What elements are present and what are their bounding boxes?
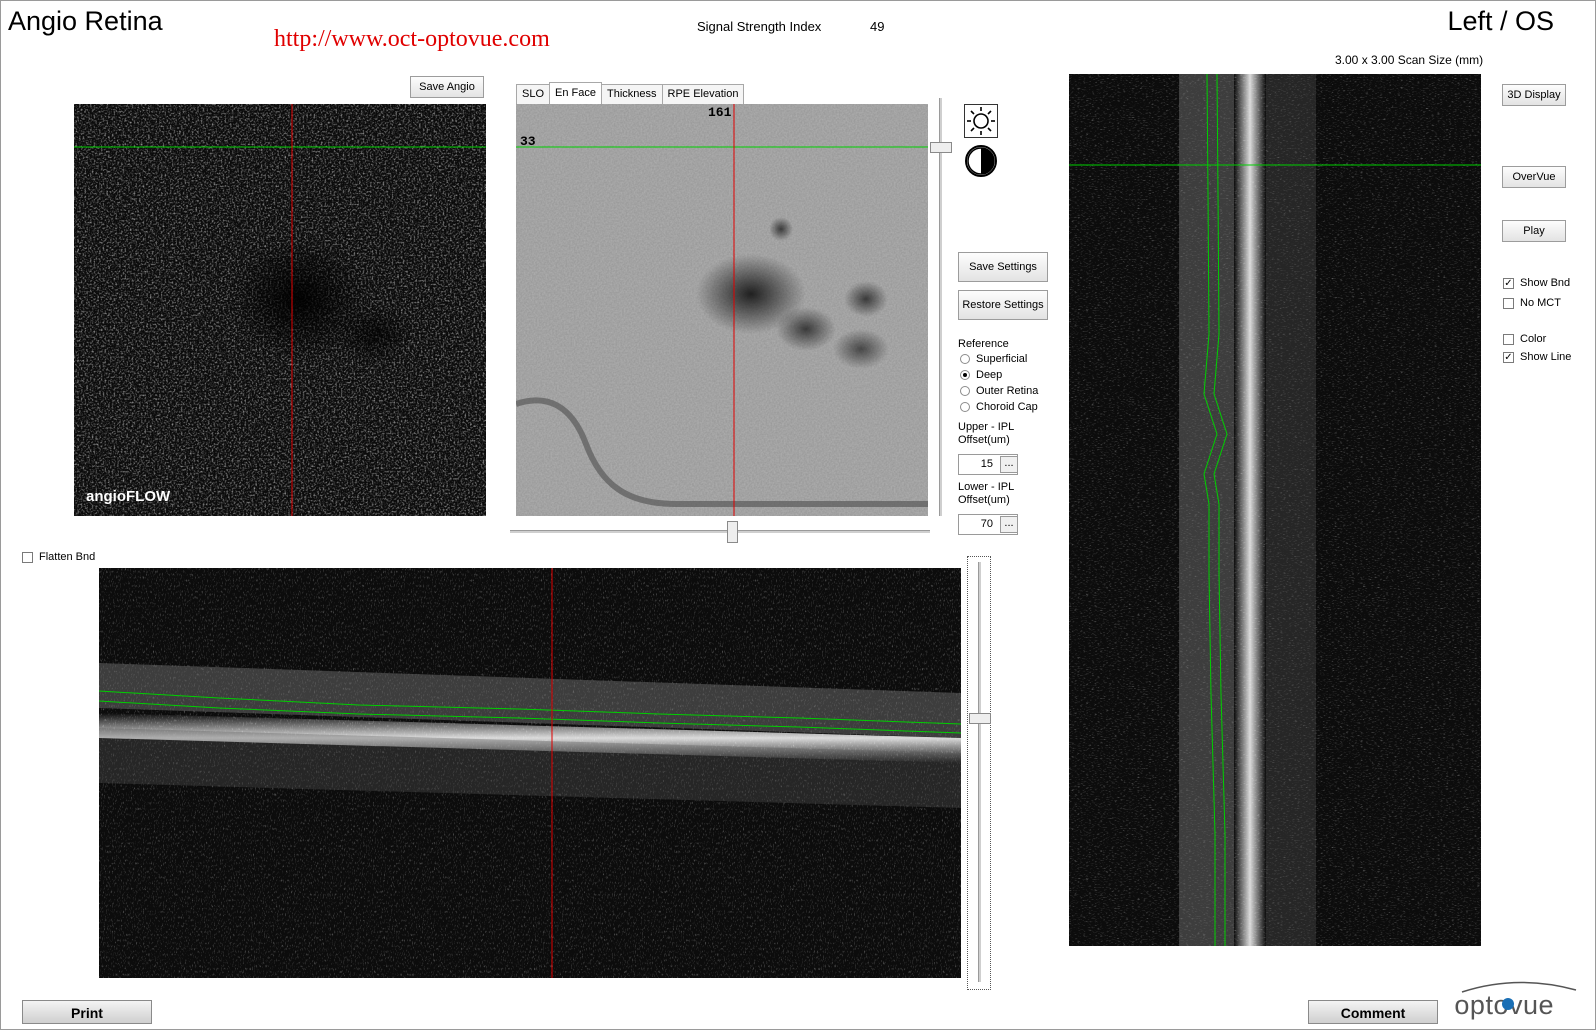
lower-offset-label-2: Offset(um) — [958, 494, 1010, 506]
reference-outer-retina-radio[interactable]: Outer Retina — [960, 385, 1038, 397]
tab-thickness[interactable]: Thickness — [600, 84, 663, 104]
tab-slo[interactable]: SLO — [516, 84, 551, 104]
sun-icon — [967, 107, 995, 135]
horizontal-slider-track[interactable] — [510, 530, 930, 533]
lower-offset-more-button[interactable]: ... — [1000, 516, 1018, 533]
show-line-label: Show Line — [1520, 351, 1572, 363]
color-label: Color — [1520, 333, 1547, 345]
signal-strength-value: 49 — [870, 19, 885, 34]
no-mct-label: No MCT — [1520, 297, 1561, 309]
contrast-icon — [965, 145, 997, 177]
checkbox-box-checked[interactable]: ✓ — [1503, 351, 1514, 363]
checkbox-box[interactable] — [1503, 297, 1514, 309]
angio-image-svg: angioFLOW — [74, 104, 486, 516]
restore-settings-button[interactable]: Restore Settings — [958, 290, 1048, 320]
play-button[interactable]: Play — [1502, 220, 1566, 242]
no-mct-checkbox[interactable]: No MCT — [1503, 297, 1561, 309]
image-tabs: SLO En Face Thickness RPE Elevation — [516, 82, 745, 106]
horizontal-bscan-image[interactable] — [99, 568, 961, 978]
overvue-button[interactable]: OverVue — [1502, 166, 1566, 188]
vertical-bscan-svg — [1069, 74, 1481, 946]
radio-label-choroid-cap: Choroid Cap — [976, 401, 1038, 413]
en-face-image-svg: 161 33 — [516, 104, 928, 516]
horizontal-bscan-svg — [99, 568, 961, 978]
3d-display-button[interactable]: 3D Display — [1502, 84, 1566, 106]
optovue-logo: optovue — [1454, 981, 1577, 1021]
checkbox-box[interactable] — [22, 551, 33, 563]
reference-superficial-radio[interactable]: Superficial — [960, 353, 1027, 365]
contrast-button[interactable] — [964, 144, 998, 178]
signal-strength-label: Signal Strength Index — [697, 19, 822, 34]
radio-label-outer-retina: Outer Retina — [976, 385, 1039, 397]
angio-flow-image[interactable]: angioFLOW — [74, 104, 486, 516]
depth-slider-thumb[interactable] — [930, 142, 952, 153]
upper-offset-more-button[interactable]: ... — [1000, 456, 1018, 473]
radio-label-superficial: Superficial — [976, 353, 1028, 365]
color-checkbox[interactable]: Color — [1503, 333, 1546, 345]
tab-rpe-elevation[interactable]: RPE Elevation — [661, 84, 745, 104]
print-button[interactable]: Print — [22, 1000, 152, 1024]
logo-arc-icon — [1462, 981, 1577, 1010]
save-settings-button[interactable]: Save Settings — [958, 252, 1048, 282]
reference-choroid-cap-radio[interactable]: Choroid Cap — [960, 401, 1038, 413]
radio-circle[interactable] — [960, 402, 970, 412]
radio-circle-selected[interactable] — [960, 370, 970, 380]
bscan-slider-track[interactable] — [978, 562, 981, 982]
radio-label-deep: Deep — [976, 369, 1003, 381]
page-title: Angio Retina — [8, 6, 163, 36]
eye-label: Left / OS — [1447, 6, 1554, 36]
website-url: http://www.oct-optovue.com — [274, 26, 550, 52]
comment-button[interactable]: Comment — [1308, 1000, 1438, 1024]
y-position-readout: 33 — [520, 134, 536, 149]
radio-circle[interactable] — [960, 386, 970, 396]
show-line-checkbox[interactable]: ✓ Show Line — [1503, 351, 1571, 363]
flatten-bnd-label: Flatten Bnd — [39, 551, 96, 563]
reference-deep-radio[interactable]: Deep — [960, 369, 1002, 381]
radio-circle[interactable] — [960, 354, 970, 364]
upper-offset-label-1: Upper - IPL — [958, 421, 1015, 433]
bscan-slider-thumb[interactable] — [969, 713, 991, 724]
angioflow-watermark: angioFLOW — [86, 488, 171, 505]
depth-slider-track[interactable] — [939, 98, 942, 516]
save-angio-button[interactable]: Save Angio — [410, 76, 484, 98]
show-bnd-checkbox[interactable]: ✓ Show Bnd — [1503, 277, 1570, 289]
x-position-readout: 161 — [708, 105, 732, 120]
tab-en-face[interactable]: En Face — [549, 82, 602, 106]
en-face-image[interactable]: 161 33 — [516, 104, 928, 516]
reference-label: Reference — [958, 338, 1009, 350]
flatten-bnd-checkbox[interactable]: Flatten Bnd — [22, 551, 95, 563]
lower-offset-label-1: Lower - IPL — [958, 481, 1015, 493]
show-bnd-label: Show Bnd — [1520, 277, 1571, 289]
horizontal-slider-thumb[interactable] — [727, 521, 738, 543]
scan-size-label: 3.00 x 3.00 Scan Size (mm) — [1335, 53, 1484, 67]
checkbox-box[interactable] — [1503, 333, 1514, 345]
brightness-button[interactable] — [964, 104, 998, 138]
checkbox-box-checked[interactable]: ✓ — [1503, 277, 1514, 289]
upper-offset-label-2: Offset(um) — [958, 434, 1010, 446]
vertical-bscan-image[interactable] — [1069, 74, 1481, 946]
